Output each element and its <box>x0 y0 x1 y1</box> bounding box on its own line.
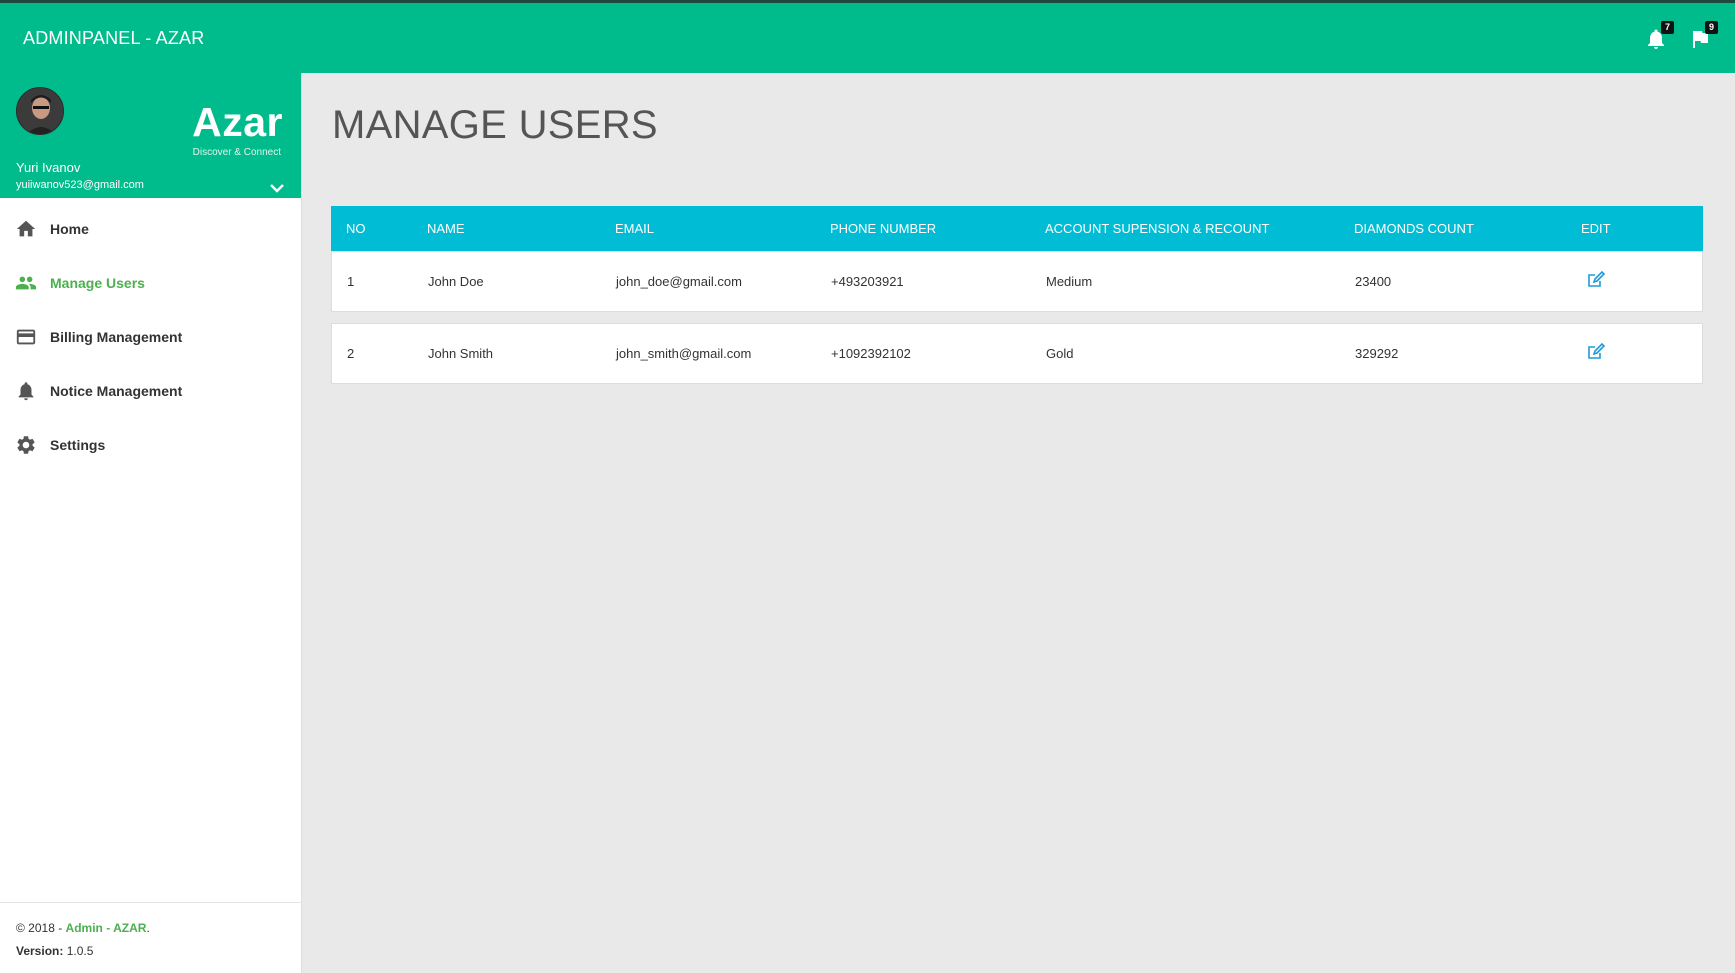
bell-icon <box>15 380 37 402</box>
table-header: NO NAME EMAIL PHONE NUMBER ACCOUNT SUPEN… <box>331 206 1703 251</box>
cell-edit <box>1567 342 1702 365</box>
column-header-name: NAME <box>427 221 465 236</box>
cell-name: John Doe <box>428 274 484 289</box>
cell-edit <box>1567 270 1702 293</box>
copyright-link[interactable]: Admin - AZAR <box>66 921 147 935</box>
notifications-button[interactable]: 7 <box>1644 21 1674 51</box>
flags-badge: 9 <box>1705 21 1718 34</box>
logo-tagline: Discover & Connect <box>192 147 281 158</box>
sidebar-item-home[interactable]: Home <box>0 202 301 256</box>
chevron-down-icon <box>269 181 285 198</box>
copyright-prefix: © 2018 - <box>16 921 66 935</box>
sidebar-item-settings[interactable]: Settings <box>0 418 301 472</box>
users-table: NO NAME EMAIL PHONE NUMBER ACCOUNT SUPEN… <box>331 206 1703 395</box>
cell-phone: +1092392102 <box>831 346 911 361</box>
table-row: 2 John Smith john_smith@gmail.com +10923… <box>331 323 1703 384</box>
copyright-suffix: . <box>146 921 150 935</box>
cell-email: john_smith@gmail.com <box>616 346 752 361</box>
top-app-bar: ADMINPANEL - AZAR 7 9 <box>0 0 1735 73</box>
flags-button[interactable]: 9 <box>1688 21 1718 51</box>
sidebar-item-label: Notice Management <box>50 383 183 399</box>
cell-no: 2 <box>347 346 355 361</box>
users-icon <box>15 272 37 294</box>
sidebar-item-label: Home <box>50 221 89 237</box>
user-menu-toggle[interactable] <box>269 181 285 193</box>
user-email: yuiiwanov523@gmail.com <box>16 179 144 191</box>
main-content: MANAGE USERS NO NAME EMAIL PHONE NUMBER … <box>302 73 1735 973</box>
edit-icon[interactable] <box>1586 270 1606 290</box>
cell-no: 1 <box>347 274 355 289</box>
user-name: Yuri Ivanov <box>16 160 81 175</box>
gear-icon <box>15 434 37 456</box>
column-header-edit: EDIT <box>1581 221 1611 236</box>
cell-phone: +493203921 <box>831 274 904 289</box>
credit-card-icon <box>15 326 37 348</box>
azar-logo: Azar <box>192 99 283 145</box>
cell-email: john_doe@gmail.com <box>616 274 742 289</box>
sidebar-item-label: Settings <box>50 437 106 453</box>
page-title: MANAGE USERS <box>332 103 658 147</box>
sidebar-menu: Home Manage Users Billing Management Not… <box>0 202 301 472</box>
cell-diamonds: 23400 <box>1355 274 1392 289</box>
sidebar-item-manage-users[interactable]: Manage Users <box>0 256 301 310</box>
column-header-no: NO <box>346 221 366 236</box>
cell-account: Medium <box>1046 274 1093 289</box>
sidebar-item-notice-management[interactable]: Notice Management <box>0 364 301 418</box>
sidebar-item-label: Billing Management <box>50 329 183 345</box>
sidebar-footer: © 2018 - Admin - AZAR. Version: 1.0.5 <box>0 902 302 973</box>
sidebar-item-billing-management[interactable]: Billing Management <box>0 310 301 364</box>
cell-diamonds: 329292 <box>1355 346 1399 361</box>
home-icon <box>15 218 37 240</box>
notifications-badge: 7 <box>1661 21 1674 34</box>
user-card: Azar Discover & Connect Yuri Ivanov yuii… <box>0 73 301 198</box>
version-label: Version: <box>16 944 64 958</box>
column-header-account: ACCOUNT SUPENSION & RECOUNT <box>1045 221 1270 236</box>
table-row: 1 John Doe john_doe@gmail.com +493203921… <box>331 251 1703 312</box>
app-title: ADMINPANEL - AZAR <box>23 28 205 48</box>
copyright: © 2018 - Admin - AZAR. <box>16 921 286 935</box>
sidebar-item-label: Manage Users <box>50 275 145 291</box>
edit-icon[interactable] <box>1586 342 1606 362</box>
cell-name: John Smith <box>428 346 494 361</box>
avatar <box>16 87 64 135</box>
column-header-diamonds: DIAMONDS COUNT <box>1354 221 1474 236</box>
version-value: 1.0.5 <box>63 944 94 958</box>
column-header-email: EMAIL <box>615 221 655 236</box>
sidebar: Azar Discover & Connect Yuri Ivanov yuii… <box>0 73 302 973</box>
column-header-phone: PHONE NUMBER <box>830 221 937 236</box>
version-info: Version: 1.0.5 <box>16 944 286 958</box>
cell-account: Gold <box>1046 346 1074 361</box>
